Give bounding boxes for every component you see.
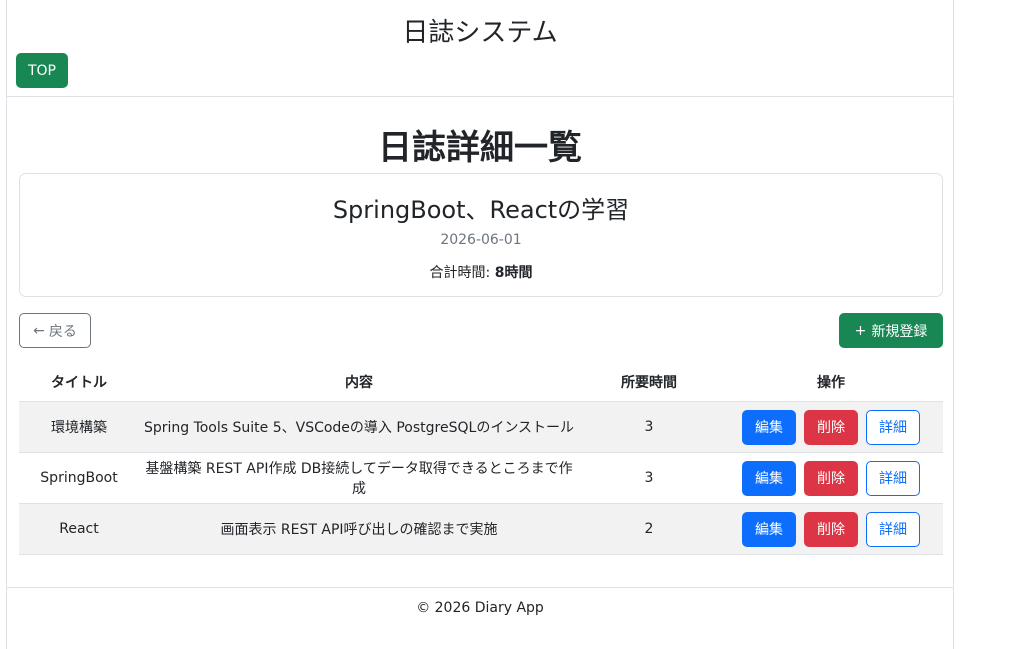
row-content: 基盤構築 REST API作成 DB接続してデータ取得できるところまで作成	[139, 452, 579, 504]
detail-button[interactable]: 詳細	[866, 409, 920, 445]
row-actions: 編集 削除 詳細	[719, 503, 943, 555]
edit-button[interactable]: 編集	[742, 409, 796, 445]
detail-button[interactable]: 詳細	[866, 511, 920, 547]
column-header-content: 内容	[139, 362, 579, 402]
table-row: SpringBoot 基盤構築 REST API作成 DB接続してデータ取得でき…	[19, 452, 943, 504]
detail-table: タイトル 内容 所要時間 操作 環境構築 Spring Tools Suite …	[19, 362, 943, 555]
row-title: 環境構築	[19, 401, 139, 453]
row-actions: 編集 削除 詳細	[719, 452, 943, 504]
column-header-actions: 操作	[719, 362, 943, 402]
header: 日誌システム TOP	[7, 0, 953, 97]
new-entry-button[interactable]: + 新規登録	[839, 313, 943, 348]
top-button[interactable]: TOP	[16, 53, 68, 88]
row-content: 画面表示 REST API呼び出しの確認まで実施	[139, 503, 579, 555]
site-title: 日誌システム	[402, 18, 558, 48]
edit-button[interactable]: 編集	[742, 460, 796, 496]
diary-summary-card: SpringBoot、Reactの学習 2026-06-01 合計時間: 8時間	[19, 173, 943, 297]
row-actions: 編集 削除 詳細	[719, 401, 943, 453]
delete-button[interactable]: 削除	[804, 460, 858, 496]
footer-copyright: © 2026 Diary App	[416, 600, 544, 616]
page-frame: 日誌システム TOP 日誌詳細一覧 SpringBoot、Reactの学習 20…	[6, 0, 954, 649]
delete-button[interactable]: 削除	[804, 409, 858, 445]
edit-button[interactable]: 編集	[742, 511, 796, 547]
back-button-label: 戻る	[48, 323, 77, 340]
diary-date: 2026-06-01	[440, 232, 522, 248]
row-hours: 3	[579, 401, 719, 453]
row-hours: 2	[579, 503, 719, 555]
detail-button[interactable]: 詳細	[866, 460, 920, 496]
column-header-hours: 所要時間	[579, 362, 719, 402]
footer: © 2026 Diary App	[7, 587, 953, 649]
table-header-row: タイトル 内容 所要時間 操作	[19, 362, 943, 402]
row-title: React	[19, 503, 139, 555]
row-content: Spring Tools Suite 5、VSCodeの導入 PostgreSQ…	[139, 401, 579, 453]
diary-title: SpringBoot、Reactの学習	[332, 196, 630, 224]
total-time: 合計時間: 8時間	[20, 262, 942, 282]
column-header-title: タイトル	[19, 362, 139, 402]
row-title: SpringBoot	[19, 452, 139, 504]
table-row: 環境構築 Spring Tools Suite 5、VSCodeの導入 Post…	[19, 401, 943, 453]
arrow-left-icon: ←	[33, 322, 45, 339]
delete-button[interactable]: 削除	[804, 511, 858, 547]
plus-icon: +	[854, 322, 867, 339]
total-time-value: 8時間	[494, 265, 533, 281]
page-title: 日誌詳細一覧	[378, 128, 582, 168]
row-hours: 3	[579, 452, 719, 504]
new-entry-button-label: 新規登録	[871, 323, 928, 340]
back-button[interactable]: ← 戻る	[19, 313, 91, 348]
total-time-label: 合計時間:	[429, 265, 491, 281]
table-row: React 画面表示 REST API呼び出しの確認まで実施 2 編集 削除 詳…	[19, 503, 943, 555]
